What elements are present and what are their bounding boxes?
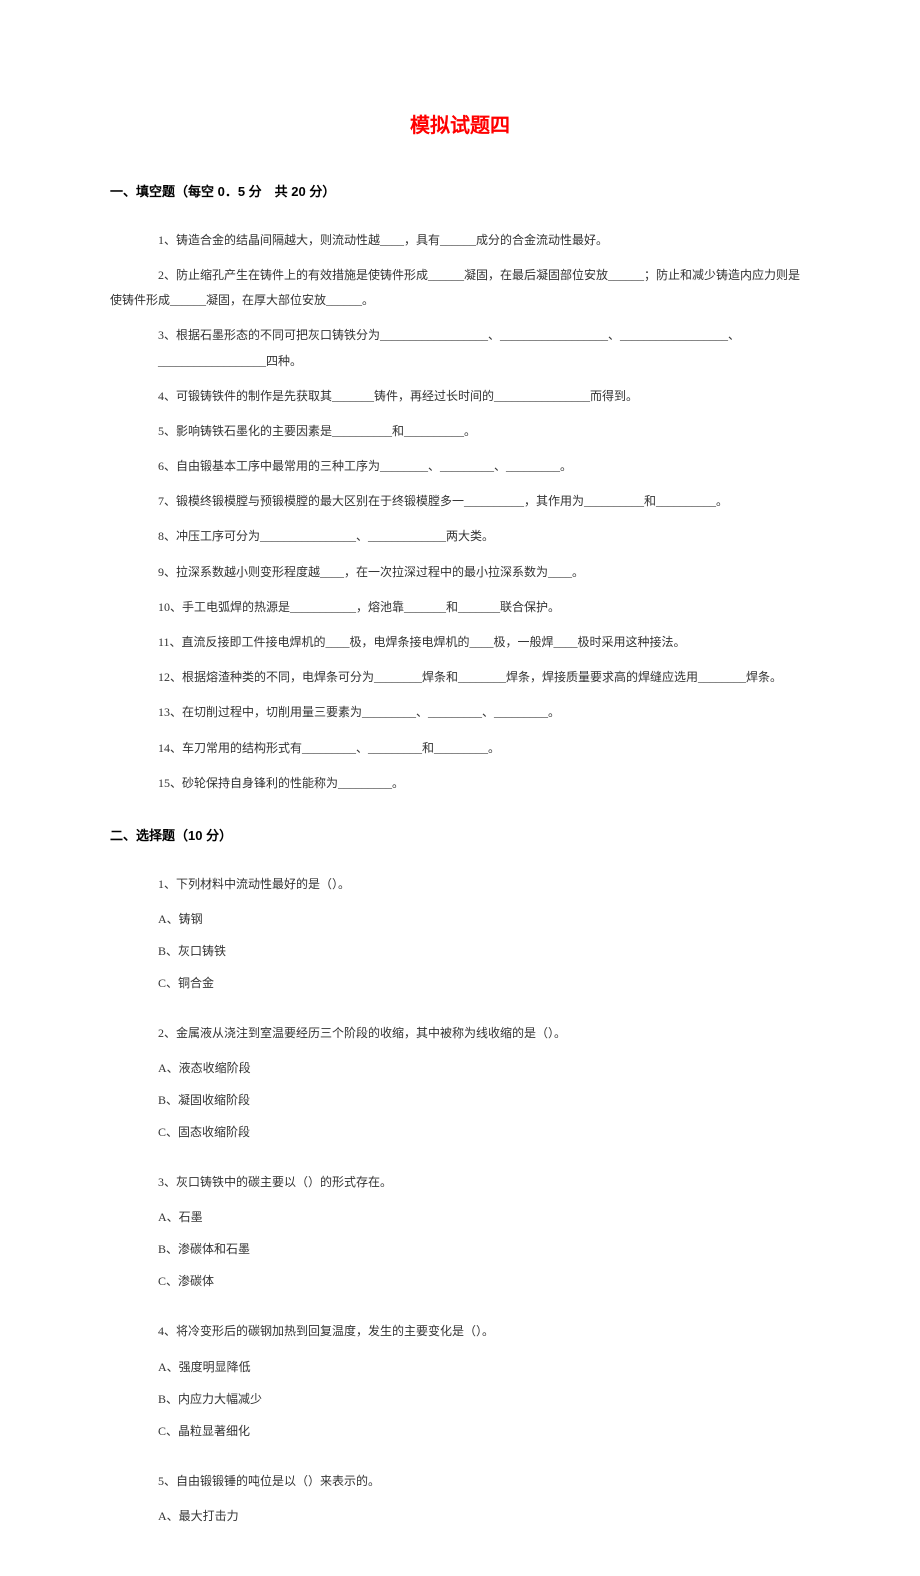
mc-q2-opt-b: B、凝固收缩阶段 xyxy=(110,1088,810,1112)
fill-q13: 13、在切削过程中，切削用量三要素为_________、_________、__… xyxy=(110,700,810,725)
fill-q9: 9、拉深系数越小则变形程度越____，在一次拉深过程中的最小拉深系数为____。 xyxy=(110,560,810,585)
mc-q1-opt-b: B、灰口铸铁 xyxy=(110,939,810,963)
fill-q8: 8、冲压工序可分为________________、_____________两… xyxy=(110,524,810,549)
mc-q4: 4、将冷变形后的碳钢加热到回复温度，发生的主要变化是（）。 xyxy=(110,1319,810,1344)
mc-q4-opt-a: A、强度明显降低 xyxy=(110,1355,810,1379)
mc-q3-opt-a: A、石墨 xyxy=(110,1205,810,1229)
fill-q7: 7、锻模终锻模膛与预锻模膛的最大区别在于终锻模膛多一__________，其作用… xyxy=(110,489,810,514)
fill-q11: 11、直流反接即工件接电焊机的____极，电焊条接电焊机的____极，一般焊__… xyxy=(110,630,810,655)
mc-q3-opt-b: B、渗碳体和石墨 xyxy=(110,1237,810,1261)
mc-q2: 2、金属液从浇注到室温要经历三个阶段的收缩，其中被称为线收缩的是（）。 xyxy=(110,1021,810,1046)
mc-q2-opt-a: A、液态收缩阶段 xyxy=(110,1056,810,1080)
fill-q10: 10、手工电弧焊的热源是___________，熔池靠_______和_____… xyxy=(110,595,810,620)
fill-q1: 1、铸造合金的结晶间隔越大，则流动性越____，具有______成分的合金流动性… xyxy=(110,228,810,253)
fill-q4: 4、可锻铸铁件的制作是先获取其_______铸件，再经过长时间的________… xyxy=(110,384,810,409)
mc-q4-opt-b: B、内应力大幅减少 xyxy=(110,1387,810,1411)
fill-q12: 12、根据熔渣种类的不同，电焊条可分为________焊条和________焊条… xyxy=(110,665,810,690)
mc-q3-opt-c: C、渗碳体 xyxy=(110,1269,810,1293)
fill-q2: 2、防止缩孔产生在铸件上的有效措施是使铸件形成______凝固，在最后凝固部位安… xyxy=(110,263,810,313)
mc-q1: 1、下列材料中流动性最好的是（）。 xyxy=(110,872,810,897)
mc-q1-opt-a: A、铸钢 xyxy=(110,907,810,931)
section-2-header: 二、选择题（10 分） xyxy=(110,826,810,847)
fill-q15: 15、砂轮保持自身锋利的性能称为_________。 xyxy=(110,771,810,796)
mc-q2-opt-c: C、固态收缩阶段 xyxy=(110,1120,810,1144)
mc-q3: 3、灰口铸铁中的碳主要以（）的形式存在。 xyxy=(110,1170,810,1195)
fill-q3: 3、根据石墨形态的不同可把灰口铸铁分为__________________、__… xyxy=(110,323,810,373)
section-1-header: 一、填空题（每空 0．5 分 共 20 分） xyxy=(110,182,810,203)
mc-q4-opt-c: C、晶粒显著细化 xyxy=(110,1419,810,1443)
mc-q1-opt-c: C、铜合金 xyxy=(110,971,810,995)
fill-q14: 14、车刀常用的结构形式有_________、_________和_______… xyxy=(110,736,810,761)
fill-q5: 5、影响铸铁石墨化的主要因素是__________和__________。 xyxy=(110,419,810,444)
mc-q5: 5、自由锻锻锤的吨位是以（）来表示的。 xyxy=(110,1469,810,1494)
mc-q5-opt-a: A、最大打击力 xyxy=(110,1504,810,1528)
fill-q6: 6、自由锻基本工序中最常用的三种工序为________、_________、__… xyxy=(110,454,810,479)
page-title: 模拟试题四 xyxy=(110,110,810,142)
